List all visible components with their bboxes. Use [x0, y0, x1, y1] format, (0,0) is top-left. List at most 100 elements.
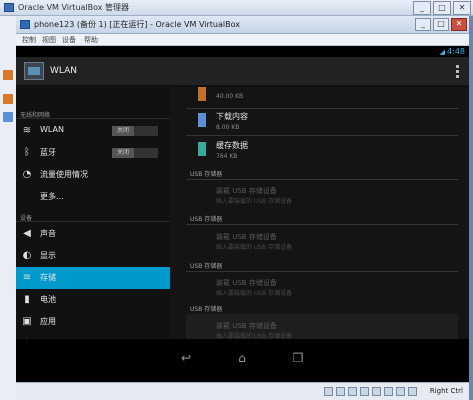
- menu-control[interactable]: 控制: [22, 35, 36, 45]
- brightness-icon: ◐: [22, 250, 32, 261]
- overflow-menu-icon[interactable]: [456, 65, 459, 80]
- vm-window-title: phone123 (备份 1) [正在运行] - Oracle VM Virtu…: [34, 20, 240, 29]
- hard-disk-icon[interactable]: [324, 387, 333, 396]
- host-key-label: Right Ctrl: [429, 387, 463, 395]
- action-bar-title: WLAN: [50, 66, 78, 76]
- status-time: 4:48: [447, 47, 465, 56]
- bluetooth-icon: ᛒ: [24, 147, 30, 158]
- vm-window-titlebar: phone123 (备份 1) [正在运行] - Oracle VM Virtu…: [16, 16, 469, 34]
- sidebar-item-battery[interactable]: ▮ 电池: [16, 289, 170, 311]
- keyboard-icon[interactable]: [408, 387, 417, 396]
- close-button[interactable]: ✕: [451, 18, 467, 31]
- volume-icon: ◀: [23, 228, 31, 239]
- manager-right-strip: [469, 16, 473, 400]
- capture-icon[interactable]: [384, 387, 393, 396]
- usb-section-header: USB 存储器: [190, 306, 223, 313]
- shared-folders-icon[interactable]: [372, 387, 381, 396]
- network-icon[interactable]: [348, 387, 357, 396]
- color-swatch: [198, 113, 206, 127]
- vm-list-icon[interactable]: [3, 112, 13, 122]
- sidebar-item-label: 声音: [40, 229, 56, 238]
- usb-mount-row-highlighted[interactable]: 装载 USB 存储设备 插入要装载的 USB 存储设备: [186, 314, 458, 339]
- menu-devices[interactable]: 设备: [62, 35, 76, 45]
- optical-drive-icon[interactable]: [336, 387, 345, 396]
- color-swatch: [198, 87, 206, 101]
- mount-usb-action[interactable]: 装载 USB 存储设备: [216, 321, 277, 331]
- signal-icon: ◢: [439, 48, 445, 56]
- sidebar-item-bluetooth[interactable]: ᛒ 蓝牙 关闭: [16, 142, 170, 164]
- close-button[interactable]: ✕: [453, 1, 471, 15]
- wifi-icon: ≋: [22, 125, 32, 136]
- manager-left-strip: [0, 16, 17, 400]
- virtualbox-icon: [20, 20, 30, 29]
- sidebar-item-display[interactable]: ◐ 显示: [16, 245, 170, 267]
- sidebar-item-sound[interactable]: ◀ 声音: [16, 223, 170, 245]
- outer-window-titlebar: Oracle VM VirtualBox 管理器 _ □ ✕: [0, 0, 473, 16]
- menu-view[interactable]: 视图: [42, 35, 56, 45]
- mount-usb-action[interactable]: 装载 USB 存储设备: [216, 186, 277, 196]
- minimize-button[interactable]: _: [413, 1, 431, 15]
- divider: [16, 221, 170, 222]
- maximize-button[interactable]: □: [433, 18, 449, 31]
- action-bar: WLAN: [16, 57, 469, 87]
- vm-list-icon[interactable]: [3, 70, 13, 80]
- sidebar-item-wlan[interactable]: ≋ WLAN 关闭: [16, 120, 170, 142]
- android-status-bar: ◢ 4:48: [16, 46, 469, 57]
- usb-section-header: USB 存储器: [190, 263, 223, 270]
- storage-row-name: 下载内容: [216, 112, 248, 121]
- color-swatch: [198, 142, 206, 156]
- divider: [186, 135, 458, 136]
- minimize-button[interactable]: _: [415, 18, 431, 31]
- sidebar-item-label: 蓝牙: [40, 148, 56, 157]
- sidebar-item-label: WLAN: [40, 125, 65, 134]
- back-icon[interactable]: ↩: [176, 351, 196, 365]
- mount-usb-action[interactable]: 装载 USB 存储设备: [216, 232, 277, 242]
- mount-usb-hint: 插入要装载的 USB 存储设备: [216, 198, 293, 205]
- sidebar-item-label: 存储: [40, 273, 56, 282]
- settings-app-icon[interactable]: [24, 62, 44, 80]
- recent-apps-icon[interactable]: ❐: [288, 351, 308, 365]
- sidebar-item-label: 流量使用情况: [40, 170, 88, 179]
- menu-help[interactable]: 帮助: [84, 35, 98, 45]
- mount-usb-hint: 插入要装载的 USB 存储设备: [216, 333, 293, 339]
- mount-usb-action[interactable]: 装载 USB 存储设备: [216, 278, 277, 288]
- vm-list-icon[interactable]: [3, 94, 13, 104]
- usb-section-header: USB 存储器: [190, 171, 223, 178]
- toggle-label: 关闭: [112, 148, 134, 158]
- settings-sidebar: 无线和网络 ≋ WLAN 关闭 ᛒ 蓝牙 关闭 ◔ 流量使用情况 更多... 设…: [16, 87, 170, 349]
- divider: [186, 108, 458, 109]
- usb-section-header: USB 存储器: [190, 216, 223, 223]
- toggle-label: 关闭: [112, 126, 134, 136]
- vm-menubar: 控制 视图 设备 帮助: [16, 34, 469, 46]
- storage-row-size: 764 KB: [216, 153, 238, 160]
- sidebar-item-apps[interactable]: ▣ 应用: [16, 311, 170, 333]
- storage-icon: ≡: [22, 272, 32, 283]
- divider: [186, 271, 458, 272]
- divider: [16, 118, 170, 119]
- home-icon[interactable]: ⌂: [232, 351, 252, 365]
- vm-status-bar: Right Ctrl: [16, 382, 469, 400]
- wlan-toggle[interactable]: 关闭: [112, 126, 158, 136]
- storage-row-size: 40.00 KB: [216, 93, 244, 100]
- storage-row-size: 8.00 KB: [216, 124, 240, 131]
- storage-content[interactable]: 40.00 KB 下载内容 8.00 KB 缓存数据 764 KB USB 存储…: [170, 87, 469, 339]
- divider: [186, 224, 458, 225]
- android-screen[interactable]: ◢ 4:48 WLAN 无线和网络 ≋ WLAN 关闭 ᛒ 蓝牙 关闭 ◔ 流量…: [16, 46, 469, 382]
- bluetooth-toggle[interactable]: 关闭: [112, 148, 158, 158]
- usb-icon[interactable]: [360, 387, 369, 396]
- virtualbox-icon: [4, 3, 14, 12]
- sidebar-item-label: 显示: [40, 251, 56, 260]
- sidebar-item-label: 电池: [40, 295, 56, 304]
- storage-row-name: 缓存数据: [216, 141, 248, 150]
- outer-window-title: Oracle VM VirtualBox 管理器: [18, 3, 130, 12]
- divider: [186, 179, 458, 180]
- sidebar-item-more[interactable]: 更多...: [16, 186, 170, 208]
- sidebar-item-storage[interactable]: ≡ 存储: [16, 267, 170, 289]
- mount-usb-hint: 插入要装载的 USB 存储设备: [216, 244, 293, 251]
- sidebar-item-data-usage[interactable]: ◔ 流量使用情况: [16, 164, 170, 186]
- maximize-button[interactable]: □: [433, 1, 451, 15]
- battery-icon: ▮: [24, 294, 30, 305]
- mount-usb-hint: 插入要装载的 USB 存储设备: [216, 290, 293, 297]
- data-usage-icon: ◔: [22, 169, 32, 180]
- mouse-integration-icon[interactable]: [396, 387, 405, 396]
